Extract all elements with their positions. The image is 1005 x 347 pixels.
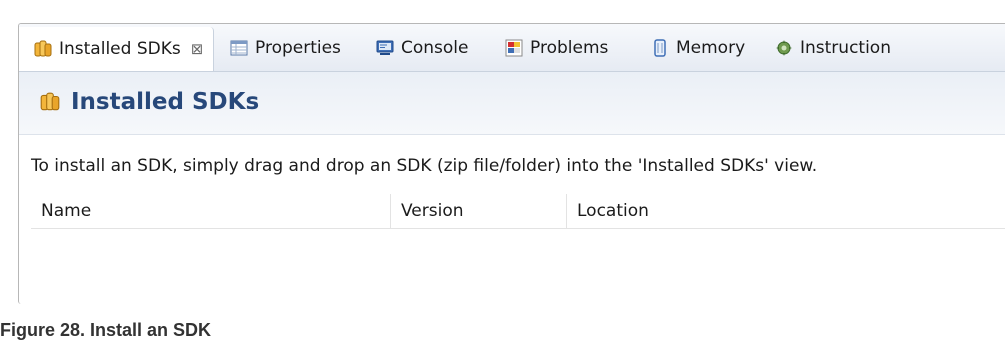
column-header-name[interactable]: Name bbox=[31, 194, 391, 228]
properties-table-icon bbox=[229, 38, 249, 58]
tab-console[interactable]: Console bbox=[375, 32, 469, 64]
column-header-version[interactable]: Version bbox=[391, 194, 567, 228]
sdk-jars-icon bbox=[39, 91, 61, 113]
problems-icon bbox=[504, 38, 524, 58]
view-tab-bar: Installed SDKs ⊠ Properties Console Prob… bbox=[19, 24, 1005, 72]
view-title-bar: Installed SDKs bbox=[19, 72, 1005, 135]
install-hint-text: To install an SDK, simply drag and drop … bbox=[31, 156, 818, 176]
tab-memory[interactable]: Memory bbox=[650, 32, 745, 64]
tab-label: Instruction bbox=[800, 38, 891, 58]
tab-label: Console bbox=[401, 38, 469, 58]
eclipse-view-frame: Installed SDKs ⊠ Properties Console Prob… bbox=[18, 23, 1005, 304]
column-header-location[interactable]: Location bbox=[567, 194, 1005, 228]
tab-label: Memory bbox=[676, 38, 746, 58]
sdk-table-header: Name Version Location bbox=[31, 194, 1005, 229]
page-title: Installed SDKs bbox=[39, 89, 259, 115]
tab-properties[interactable]: Properties bbox=[229, 32, 341, 64]
tab-label: Installed SDKs bbox=[59, 39, 181, 59]
instruction-trace-icon bbox=[774, 38, 794, 58]
tab-problems[interactable]: Problems bbox=[504, 32, 608, 64]
tab-instruction[interactable]: Instruction bbox=[774, 32, 891, 64]
console-monitor-icon bbox=[375, 38, 395, 58]
sdk-jars-icon bbox=[33, 39, 53, 59]
tab-label: Problems bbox=[530, 38, 609, 58]
memory-icon bbox=[650, 38, 670, 58]
close-icon[interactable]: ⊠ bbox=[191, 40, 204, 58]
figure-caption: Figure 28. Install an SDK bbox=[0, 320, 212, 340]
page-title-text: Installed SDKs bbox=[71, 89, 260, 115]
tab-label: Properties bbox=[255, 38, 341, 58]
tab-installed-sdks[interactable]: Installed SDKs ⊠ bbox=[19, 27, 215, 71]
